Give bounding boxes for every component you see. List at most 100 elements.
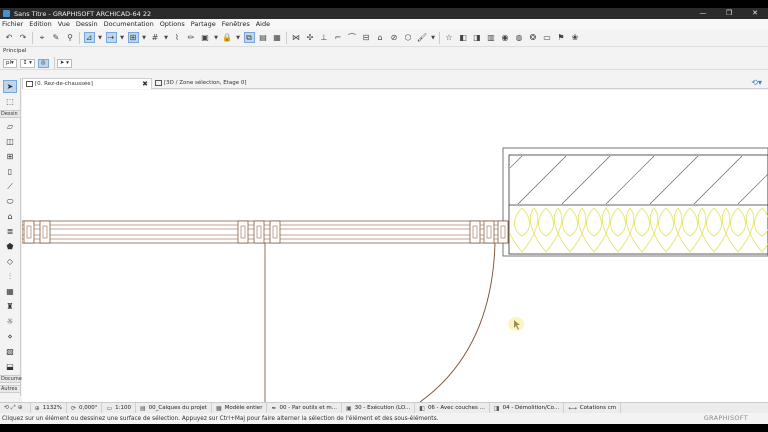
close-window-button[interactable]: ✕ xyxy=(742,8,768,19)
chevron-down-icon[interactable]: ▼ xyxy=(164,32,169,43)
floor-plan-icon[interactable]: ◧ xyxy=(458,32,469,43)
door-tool-icon[interactable]: ◫ xyxy=(3,135,17,148)
menu-aide[interactable]: Aide xyxy=(256,20,270,28)
fillet-icon[interactable]: ⌒ xyxy=(347,32,358,43)
navigation-controls[interactable]: ⟲ ⤢ ⊕ xyxy=(0,402,31,414)
morph-tool-icon[interactable]: ◇ xyxy=(3,255,17,268)
mullion xyxy=(469,220,481,244)
solid-edit-icon[interactable]: ⬡ xyxy=(403,32,414,43)
close-tab-icon[interactable]: ✖ xyxy=(142,80,148,88)
marquee-tool-icon[interactable]: ⬚ xyxy=(3,95,17,108)
skylight-tool-icon[interactable]: ⬓ xyxy=(3,360,17,373)
fill-icon[interactable]: ▦ xyxy=(272,32,283,43)
cursor-icon[interactable]: ➤ ▾ xyxy=(56,58,72,68)
menu-fenetres[interactable]: Fenêtres xyxy=(222,20,250,28)
elevation-icon[interactable]: ▥ xyxy=(486,32,497,43)
graphic-override-field[interactable]: ◧ 06 - Avec couches ... xyxy=(415,402,490,414)
wall-tool-icon[interactable]: ▱ xyxy=(3,120,17,133)
layers-icon[interactable]: ▤ xyxy=(258,32,269,43)
navigator-back-icon[interactable]: ⟲▾ xyxy=(751,78,762,87)
render-icon[interactable]: ❂ xyxy=(528,32,539,43)
scale-field[interactable]: ▭ 1:100 xyxy=(102,402,136,414)
model-view-field[interactable]: ▣ 30 - Exécution (LO... xyxy=(342,402,416,414)
paint-icon[interactable]: 🖌 xyxy=(417,32,428,43)
zone-tool-icon[interactable]: ▧ xyxy=(3,345,17,358)
suspend-groups-icon[interactable]: ⧉ xyxy=(243,32,255,43)
tab-rez-de-chaussee[interactable]: [0. Rez-de-chaussée] ✖ xyxy=(22,77,152,89)
grid-snap-icon[interactable]: ⊞ xyxy=(127,32,139,43)
panel-label: Principal xyxy=(3,48,27,54)
3d-document-icon[interactable]: ◍ xyxy=(514,32,525,43)
favorites-icon[interactable]: ☆ xyxy=(444,32,455,43)
roof-icon[interactable]: ⌂ xyxy=(375,32,386,43)
stair-tool-icon[interactable]: ≣ xyxy=(3,225,17,238)
mesh-tool-icon[interactable]: ⋄ xyxy=(3,330,17,343)
pick-icon[interactable]: ⌖ xyxy=(37,32,48,43)
curtain-wall-tool-icon[interactable]: ▦ xyxy=(3,285,17,298)
lamp-tool-icon[interactable]: ☼ xyxy=(3,315,17,328)
pen-set-field[interactable]: ✒ 00 - Par outils et m... xyxy=(267,402,342,414)
railing-tool-icon[interactable]: ⫶ xyxy=(3,270,17,283)
toolbox-section-document: Documen xyxy=(0,375,25,383)
tab-3d-zone-selection[interactable]: [3D / Zone sélection, Etage 0] xyxy=(152,78,249,89)
section-icon[interactable]: ◨ xyxy=(472,32,483,43)
object-tool-icon[interactable]: ♜ xyxy=(3,300,17,313)
menu-edition[interactable]: Edition xyxy=(29,20,52,28)
chevron-down-icon[interactable]: ▼ xyxy=(236,32,241,43)
orbit-icon[interactable]: ◎ xyxy=(37,58,49,68)
roof-tool-icon[interactable]: ⌂ xyxy=(3,210,17,223)
chevron-down-icon[interactable]: ▼ xyxy=(431,32,436,43)
minimize-button[interactable]: — xyxy=(690,8,716,19)
mullion xyxy=(253,220,265,244)
shell-tool-icon[interactable]: ⬟ xyxy=(3,240,17,253)
beam-tool-icon[interactable]: ⟋ xyxy=(3,180,17,193)
navigation-selector[interactable]: ↕ ▾ xyxy=(19,58,35,68)
3d-window-icon[interactable]: ◉ xyxy=(500,32,511,43)
intersect-icon[interactable]: ⊘ xyxy=(389,32,400,43)
orientation-field[interactable]: ⟳ 0,000° xyxy=(67,402,103,414)
teamwork-icon[interactable]: ❀ xyxy=(570,32,581,43)
menu-documentation[interactable]: Documentation xyxy=(104,20,154,28)
arrow-tool-icon[interactable]: ➤ xyxy=(3,80,17,93)
menu-fichier[interactable]: Fichier xyxy=(2,20,23,28)
menu-options[interactable]: Options xyxy=(160,20,185,28)
chevron-down-icon[interactable]: ▼ xyxy=(142,32,147,43)
eyedropper-icon[interactable]: ✎ xyxy=(51,32,62,43)
chevron-down-icon[interactable]: ▼ xyxy=(214,32,219,43)
window-tool-icon[interactable]: ⊞ xyxy=(3,150,17,163)
chevron-down-icon[interactable]: ▼ xyxy=(98,32,103,43)
mirror-icon[interactable]: ⋈ xyxy=(291,32,302,43)
grid-icon[interactable]: # xyxy=(150,32,161,43)
layout-icon[interactable]: ▭ xyxy=(542,32,553,43)
chevron-down-icon[interactable]: ▼ xyxy=(120,32,125,43)
drag-icon[interactable]: ✣ xyxy=(305,32,316,43)
menu-vue[interactable]: Vue xyxy=(58,20,70,28)
window-controls: — ❐ ✕ xyxy=(690,8,768,19)
snap-guide-icon[interactable]: ⇢ xyxy=(105,32,117,43)
trim-icon[interactable]: ⊥ xyxy=(319,32,330,43)
split-icon[interactable]: ⊟ xyxy=(361,32,372,43)
menu-dessin[interactable]: Dessin xyxy=(76,20,98,28)
maximize-button[interactable]: ❐ xyxy=(716,8,742,19)
menu-partage[interactable]: Partage xyxy=(191,20,216,28)
dimension-standard-field[interactable]: ⟷ Cotations cm xyxy=(564,402,622,414)
pencil-icon[interactable]: ✏ xyxy=(186,32,197,43)
publisher-icon[interactable]: ⚑ xyxy=(556,32,567,43)
renovation-filter-field[interactable]: ◨ 04 - Démolition/Co... xyxy=(490,402,565,414)
structure-display-field[interactable]: ▦ Modèle entier xyxy=(212,402,268,414)
redo-icon[interactable]: ↷ xyxy=(18,32,29,43)
adjust-icon[interactable]: ⌐ xyxy=(333,32,344,43)
guide-line-icon[interactable]: ⊿ xyxy=(83,32,95,43)
floor-selector[interactable]: pl▾ xyxy=(3,58,17,68)
marquee-icon[interactable]: ▣ xyxy=(200,32,211,43)
syringe-icon[interactable]: ⚲ xyxy=(65,32,76,43)
layer-combination-field[interactable]: ▤ 00_Calques du projet xyxy=(136,402,212,414)
3d-view-icon xyxy=(155,80,162,86)
floor-plan-canvas[interactable] xyxy=(22,90,768,402)
magic-wand-icon[interactable]: ⌇ xyxy=(172,32,183,43)
lock-icon[interactable]: 🔒 xyxy=(222,32,233,43)
zoom-field[interactable]: ⊕ 1132% xyxy=(31,402,67,414)
column-tool-icon[interactable]: ▯ xyxy=(3,165,17,178)
undo-icon[interactable]: ↶ xyxy=(4,32,15,43)
slab-tool-icon[interactable]: ⬭ xyxy=(3,195,17,208)
